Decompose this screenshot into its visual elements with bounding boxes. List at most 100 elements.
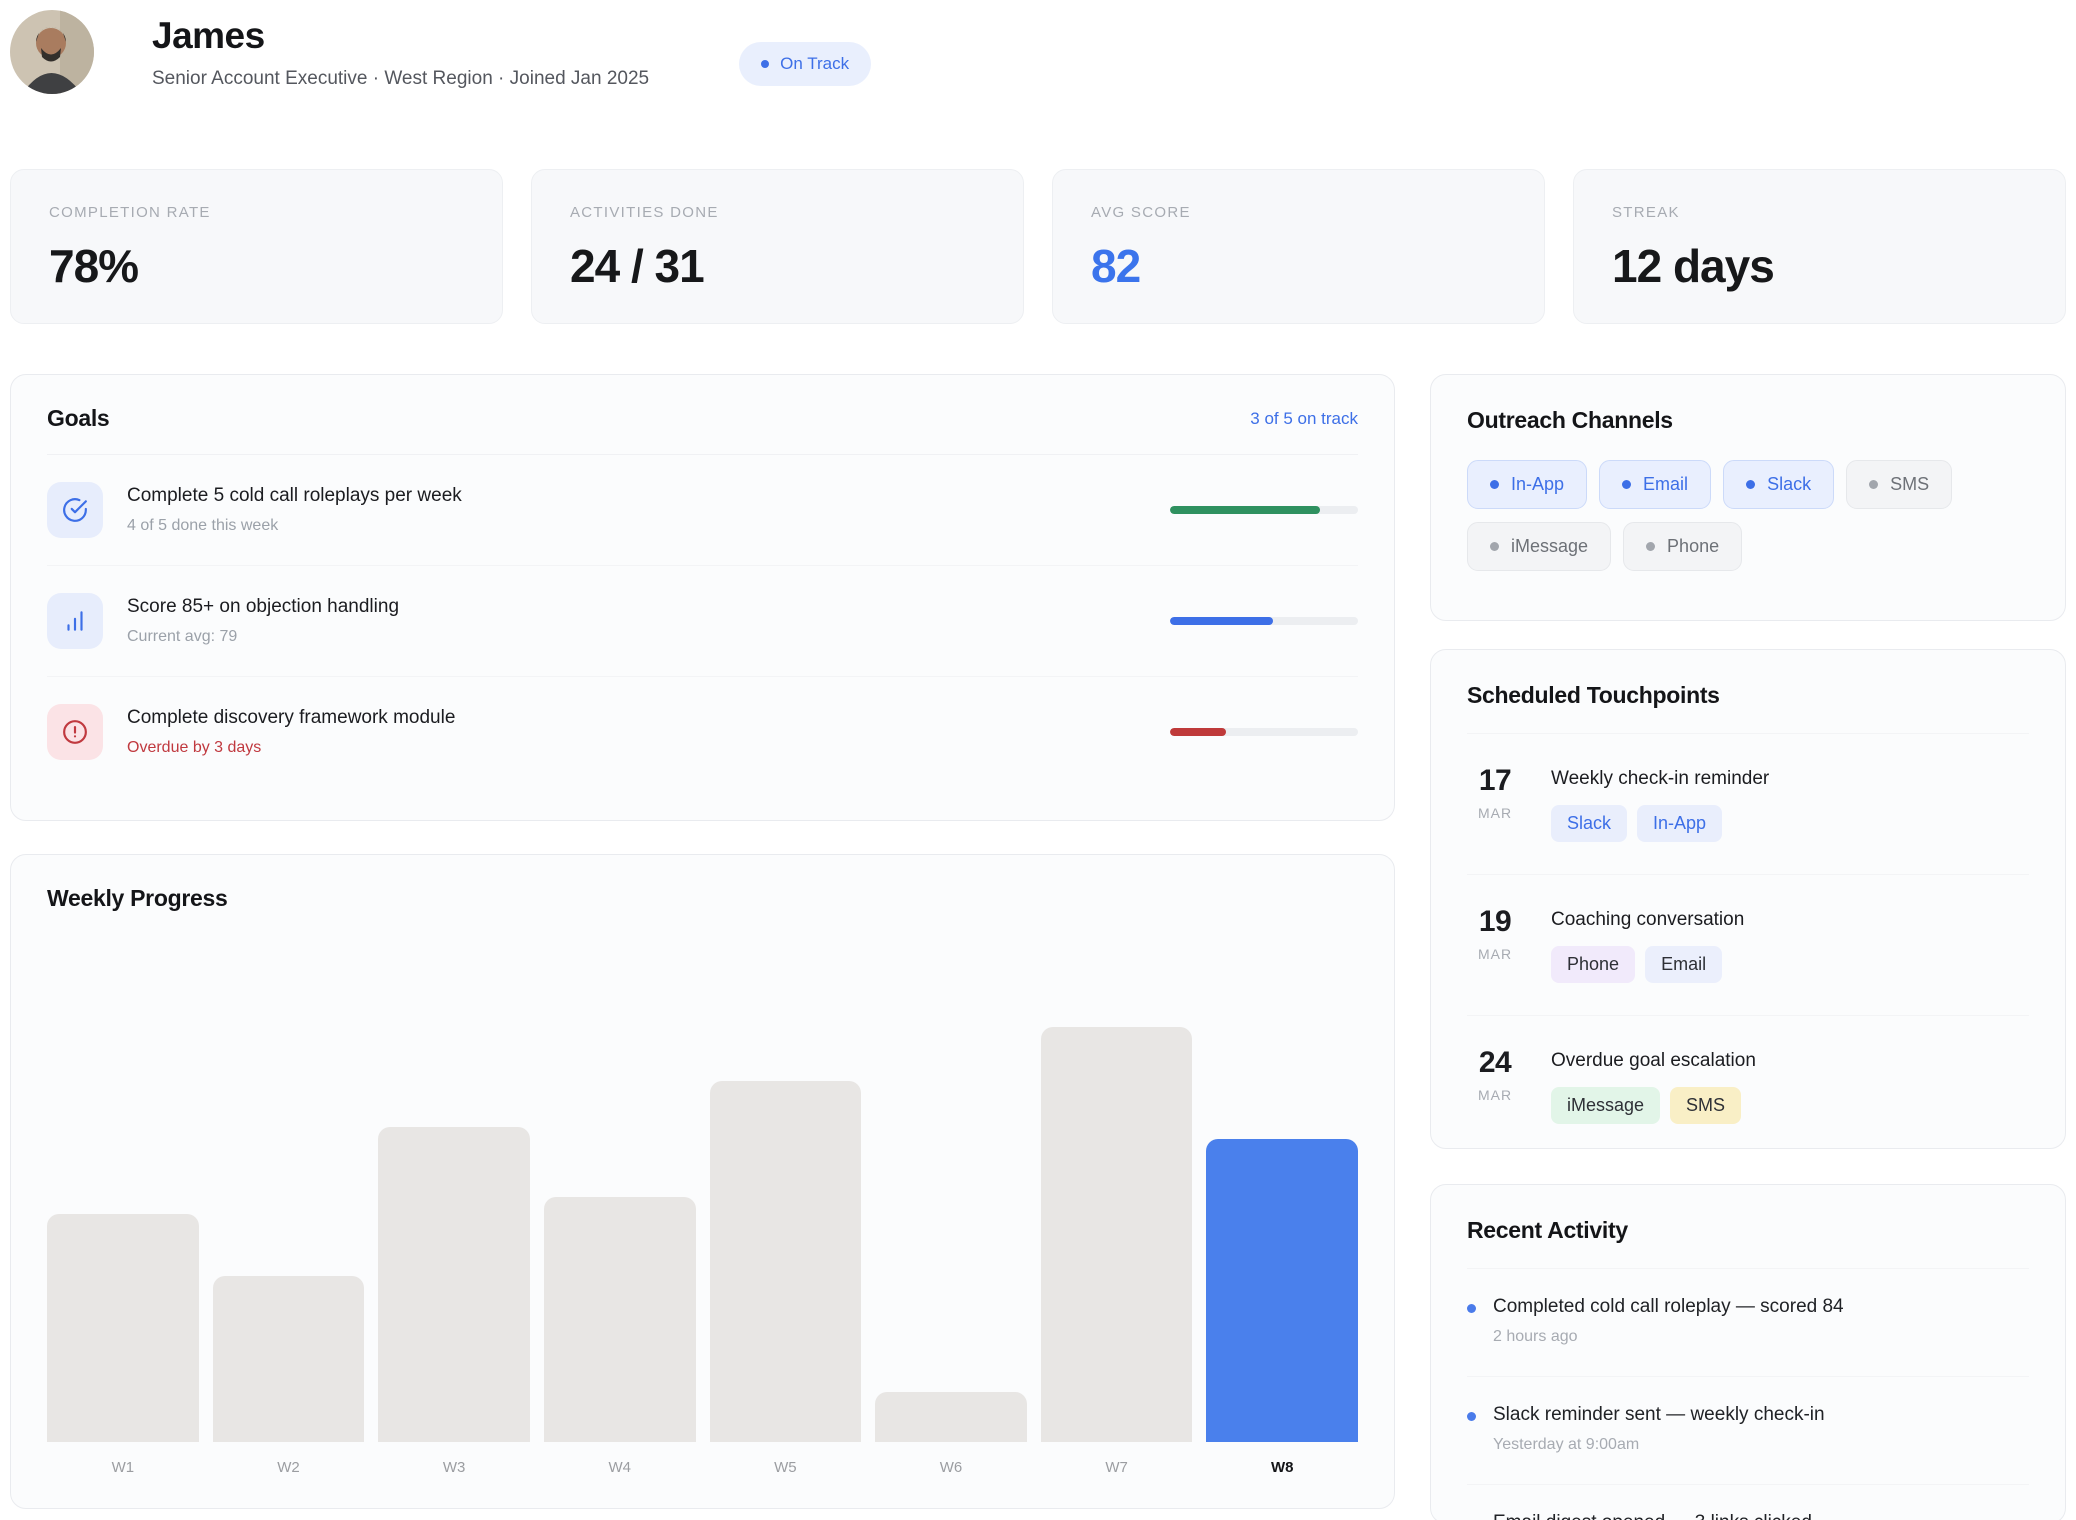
touchpoint-row[interactable]: 24 MAR Overdue goal escalation iMessageS… [1467, 1016, 2029, 1149]
chart-bar-group[interactable]: W5 [710, 1081, 862, 1477]
chart-bar-group[interactable]: W8 [1206, 1139, 1358, 1477]
activity-time: Yesterday at 9:00am [1493, 1436, 1825, 1454]
channel-label: SMS [1890, 474, 1929, 495]
channel-chip[interactable]: Slack [1723, 460, 1834, 509]
channel-dot-icon [1646, 542, 1655, 551]
avatar [10, 10, 94, 94]
goals-card: Goals 3 of 5 on track Complete [10, 374, 1395, 821]
chart-bar [378, 1127, 530, 1442]
profile-header: James Senior Account Executive · West Re… [10, 0, 2066, 97]
channel-label: Phone [1667, 536, 1719, 557]
touchpoint-date: 17 MAR [1467, 764, 1523, 842]
touchpoint-tag: Phone [1551, 946, 1635, 983]
chart-bar-group[interactable]: W4 [544, 1197, 696, 1477]
chart-bar-group[interactable]: W3 [378, 1127, 530, 1477]
left-column: Goals 3 of 5 on track Complete [10, 374, 1395, 1509]
touchpoint-day: 24 [1467, 1046, 1523, 1080]
alert-circle-icon [62, 719, 88, 745]
chart-bar [544, 1197, 696, 1442]
chart-bar [47, 1214, 199, 1442]
touchpoint-row[interactable]: 17 MAR Weekly check-in reminder Slack In-… [1467, 734, 2029, 875]
stat-label: STREAK [1612, 204, 2027, 221]
chart-bar [1041, 1027, 1193, 1442]
chart-bar-group[interactable]: W6 [875, 1392, 1027, 1477]
activity-title: Completed cold call roleplay — scored 84 [1493, 1296, 1844, 1318]
stats-row: COMPLETION RATE 78% ACTIVITIES DONE 24 /… [10, 169, 2066, 324]
chart-bar [710, 1081, 862, 1442]
chart-bar [875, 1392, 1027, 1442]
chart-bar-label: W2 [213, 1459, 365, 1477]
touchpoint-tag: Slack [1551, 805, 1627, 842]
touchpoint-body: Overdue goal escalation iMessageSMS [1551, 1046, 1756, 1124]
goal-progress-fill [1170, 728, 1226, 736]
channel-chip[interactable]: Email [1599, 460, 1711, 509]
outreach-title: Outreach Channels [1467, 407, 2029, 434]
activity-title: Email digest opened — 3 links clicked [1493, 1512, 1812, 1520]
touchpoint-row[interactable]: 19 MAR Coaching conversation PhoneEmail [1467, 875, 2029, 1016]
touchpoint-tag: SMS [1670, 1087, 1741, 1124]
activity-title: Slack reminder sent — weekly check-in [1493, 1404, 1825, 1426]
touchpoints-list: 17 MAR Weekly check-in reminder Slack In-… [1467, 733, 2029, 1149]
goal-progress-track [1170, 506, 1358, 514]
touchpoint-title: Coaching conversation [1551, 905, 1744, 931]
channel-chip[interactable]: Phone [1623, 522, 1742, 571]
goal-row[interactable]: Score 85+ on objection handling Current … [47, 566, 1358, 677]
stat-card: STREAK 12 days [1573, 169, 2066, 324]
touchpoint-tags: PhoneEmail [1551, 946, 1744, 983]
stat-label: COMPLETION RATE [49, 204, 464, 221]
touchpoint-tags: iMessageSMS [1551, 1087, 1756, 1124]
touchpoint-title: Weekly check-in reminder [1551, 764, 1769, 790]
recent-activity-title: Recent Activity [1467, 1217, 2029, 1244]
right-column: Outreach Channels In-App Email Slack [1430, 374, 2066, 1520]
activity-row: Email digest opened — 3 links clicked [1467, 1485, 2029, 1520]
activity-row: Completed cold call roleplay — scored 84… [1467, 1269, 2029, 1377]
chart-bar-label: W7 [1041, 1459, 1193, 1477]
stat-card: ACTIVITIES DONE 24 / 31 [531, 169, 1024, 324]
touchpoints-title: Scheduled Touchpoints [1467, 682, 2029, 709]
profile-text: James Senior Account Executive · West Re… [152, 15, 649, 90]
status-badge: On Track [739, 42, 871, 86]
goal-text: Complete 5 cold call roleplays per week … [127, 485, 462, 535]
goal-subtitle: 4 of 5 done this week [127, 517, 462, 535]
channel-dot-icon [1490, 480, 1499, 489]
touchpoint-month: MAR [1467, 1087, 1523, 1103]
chart-bar-group[interactable]: W7 [1041, 1027, 1193, 1477]
content-grid: Goals 3 of 5 on track Complete [10, 374, 2066, 1520]
stat-label: AVG SCORE [1091, 204, 1506, 221]
recent-activity-list: Completed cold call roleplay — scored 84… [1467, 1268, 2029, 1520]
chart-bar-group[interactable]: W2 [213, 1276, 365, 1477]
channel-chips: In-App Email Slack SMS iMessage [1467, 460, 2029, 571]
chart-bar [1206, 1139, 1358, 1442]
chart-bar-label: W8 [1206, 1459, 1358, 1477]
touchpoint-title: Overdue goal escalation [1551, 1046, 1756, 1072]
chart-bar-group[interactable]: W1 [47, 1214, 199, 1477]
bar-chart-icon [62, 608, 88, 634]
touchpoint-tag: In-App [1637, 805, 1722, 842]
goals-summary-link[interactable]: 3 of 5 on track [1250, 409, 1358, 429]
goal-row[interactable]: Complete discovery framework module Over… [47, 677, 1358, 787]
chart-bar-label: W5 [710, 1459, 862, 1477]
page: James Senior Account Executive · West Re… [0, 0, 2076, 1520]
touchpoint-body: Weekly check-in reminder Slack In-App [1551, 764, 1769, 842]
goal-subtitle: Overdue by 3 days [127, 739, 455, 757]
chart-bar [213, 1276, 365, 1442]
touchpoint-date: 19 MAR [1467, 905, 1523, 983]
avatar-image [10, 10, 94, 94]
channel-label: iMessage [1511, 536, 1588, 557]
activity-row: Slack reminder sent — weekly check-in Ye… [1467, 1377, 2029, 1485]
goal-title: Score 85+ on objection handling [127, 596, 399, 618]
goals-header: Goals 3 of 5 on track [47, 405, 1358, 432]
goal-icon-tile [47, 704, 103, 760]
goal-text: Complete discovery framework module Over… [127, 707, 455, 757]
channel-chip[interactable]: SMS [1846, 460, 1952, 509]
goal-row[interactable]: Complete 5 cold call roleplays per week … [47, 455, 1358, 566]
channel-chip[interactable]: In-App [1467, 460, 1587, 509]
weekly-chart: W1 W2 W3 W4 W5 [47, 1027, 1358, 1477]
activity-dot-icon [1467, 1412, 1476, 1421]
channel-label: Email [1643, 474, 1688, 495]
activity-body: Slack reminder sent — weekly check-in Ye… [1493, 1404, 1825, 1454]
touchpoint-tags: Slack In-App [1551, 805, 1769, 842]
channel-chip[interactable]: iMessage [1467, 522, 1611, 571]
stat-value: 12 days [1612, 239, 2027, 293]
channel-label: In-App [1511, 474, 1564, 495]
